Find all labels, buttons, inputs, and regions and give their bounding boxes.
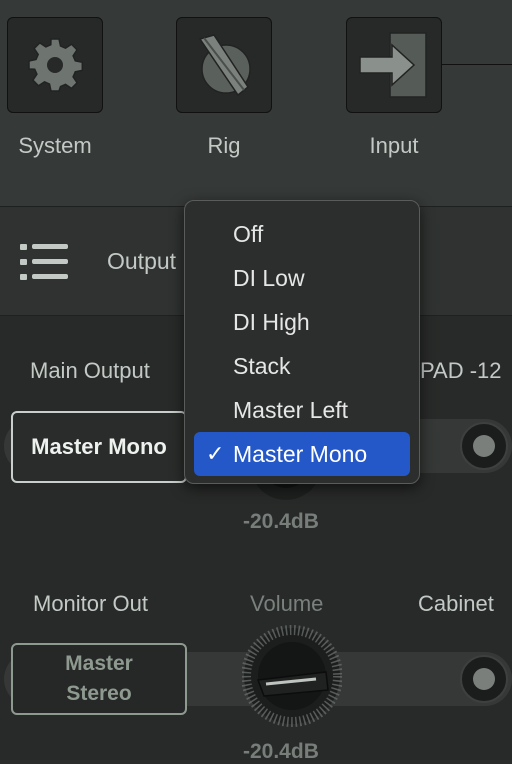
menu-item-master-mono[interactable]: ✓ Master Mono bbox=[194, 432, 410, 476]
menu-item-label: DI High bbox=[233, 308, 310, 335]
section-title: Output bbox=[107, 248, 177, 274]
top-toolbar: System Rig Input bbox=[0, 0, 512, 207]
input-label: Input bbox=[369, 133, 419, 158]
menu-item-label: Stack bbox=[233, 352, 291, 379]
menu-item-label: Off bbox=[233, 220, 264, 247]
pad-label: PAD -12 bbox=[420, 358, 502, 383]
rig-label: Rig bbox=[207, 133, 241, 158]
main-output-select[interactable]: Master Mono bbox=[11, 411, 187, 483]
divider-line bbox=[442, 64, 512, 65]
menu-item-di-low[interactable]: DI Low bbox=[194, 256, 410, 300]
monitor-volume-value: -20.4dB bbox=[243, 740, 319, 763]
cabinet-toggle[interactable] bbox=[460, 655, 508, 703]
menu-item-off[interactable]: Off bbox=[194, 212, 410, 256]
rig-icon bbox=[198, 34, 251, 97]
output-dropdown-menu: Off DI Low DI High Stack Master Left ✓ M… bbox=[184, 200, 420, 484]
volume-label: Volume bbox=[250, 591, 324, 616]
system-label: System bbox=[18, 133, 92, 158]
monitor-out-label: Monitor Out bbox=[33, 591, 148, 616]
main-output-label: Main Output bbox=[30, 358, 150, 383]
checkmark-icon: ✓ bbox=[206, 441, 225, 466]
list-icon[interactable] bbox=[20, 243, 70, 281]
menu-item-label: DI Low bbox=[233, 264, 305, 291]
menu-item-master-left[interactable]: Master Left bbox=[194, 388, 410, 432]
menu-item-label: Master Mono bbox=[233, 440, 368, 467]
input-arrow-icon bbox=[359, 32, 427, 98]
pad-toggle[interactable] bbox=[460, 422, 508, 470]
gear-icon bbox=[28, 38, 84, 92]
system-button[interactable] bbox=[7, 17, 103, 113]
rig-button[interactable] bbox=[176, 17, 272, 113]
menu-item-stack[interactable]: Stack bbox=[194, 344, 410, 388]
monitor-out-select[interactable]: Master Stereo bbox=[11, 643, 187, 715]
input-button[interactable] bbox=[346, 17, 442, 113]
menu-item-di-high[interactable]: DI High bbox=[194, 300, 410, 344]
monitor-volume-knob[interactable] bbox=[241, 624, 343, 734]
menu-item-label: Master Left bbox=[233, 396, 349, 423]
cabinet-label: Cabinet bbox=[418, 591, 494, 616]
main-volume-value: -20.4dB bbox=[243, 510, 319, 533]
